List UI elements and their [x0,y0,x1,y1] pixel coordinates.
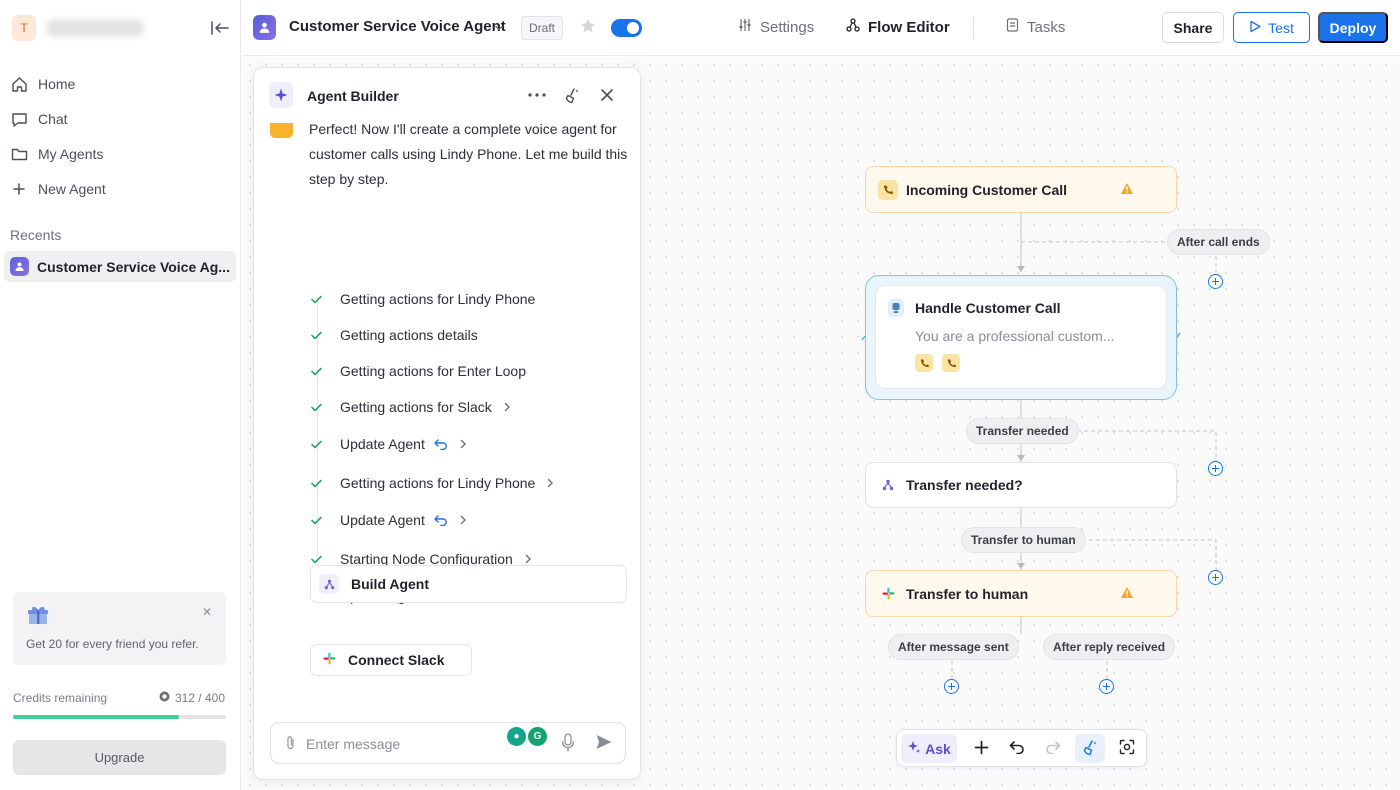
location-extension-icon[interactable]: ● [507,727,526,746]
step-label: Getting actions for Lindy Phone [340,475,536,491]
branch-icon [319,574,339,594]
flow-connectors [861,213,1217,679]
step-item[interactable]: Getting actions for Lindy Phone [311,472,554,494]
trigger-node[interactable]: Incoming Customer Call [865,166,1177,213]
agent-step-icon [888,299,904,317]
connect-slack-label: Connect Slack [348,652,445,668]
send-icon[interactable] [595,733,613,754]
chevron-right-icon[interactable] [525,554,532,564]
slack-icon [323,652,336,668]
edge-label-after-reply[interactable]: After reply received [1043,634,1176,660]
step-item: Getting actions details [311,324,478,346]
step-item[interactable]: Update Agent [311,433,467,455]
focus-icon [1119,739,1135,758]
undo-button[interactable] [1003,734,1031,763]
clear-chat-icon[interactable] [561,84,583,106]
add-step-button[interactable] [1208,570,1223,585]
canvas-toolbar: Ask [896,729,1147,767]
redo-button[interactable] [1039,734,1067,763]
condition-node-label: Transfer needed? [906,477,1023,493]
check-icon [311,403,325,412]
trigger-node-label: Incoming Customer Call [906,181,1068,198]
add-step-button[interactable] [1099,679,1114,694]
slack-icon [878,584,898,604]
build-agent-label: Build Agent [351,576,430,592]
check-icon [311,367,325,376]
build-agent-card[interactable]: Build Agent [310,565,627,603]
edge-label-transfer-human[interactable]: Transfer to human [961,527,1086,553]
revert-icon[interactable] [434,438,448,450]
paperclip-icon[interactable] [284,735,297,754]
broom-icon [1082,739,1099,759]
add-step-button[interactable] [944,679,959,694]
check-icon [311,295,325,304]
chevron-right-icon[interactable] [460,515,467,525]
step-label: Getting actions for Enter Loop [340,363,526,379]
agent-builder-header: Agent Builder [254,68,640,123]
check-icon [311,555,325,564]
agent-builder-title: Agent Builder [307,88,399,104]
sparkle-icon [269,82,293,108]
phone-icon [915,354,933,372]
chevron-right-icon[interactable] [460,439,467,449]
assistant-message: Perfect! Now I'll create a complete voic… [309,121,628,187]
redo-icon [1045,740,1061,757]
revert-icon[interactable] [434,514,448,526]
step-label: Update Agent [340,436,425,452]
grammarly-extension-icon[interactable]: G [528,727,547,746]
step-label: Getting actions details [340,327,478,343]
step-item: Getting actions for Lindy Phone [311,288,535,310]
agent-builder-panel: Agent Builder Perfect! Now I'll create a… [253,67,641,780]
loop-node-title: Handle Customer Call [915,300,1061,316]
check-icon [311,440,325,449]
fit-view-button[interactable] [1113,734,1141,763]
tidy-up-button[interactable] [1075,734,1105,763]
step-label: Getting actions for Slack [340,399,492,415]
warning-icon [1120,182,1134,198]
step-label: Getting actions for Lindy Phone [340,291,536,307]
chevron-right-icon[interactable] [504,402,511,412]
connect-slack-button[interactable]: Connect Slack [310,644,472,676]
action-node[interactable]: Transfer to human [865,570,1177,617]
sparkle-icon [907,740,921,757]
add-step-button[interactable] [1208,461,1223,476]
loop-node-subtitle: You are a professional custom... [915,328,1115,344]
microphone-icon[interactable] [561,733,575,755]
check-icon [311,479,325,488]
chevron-right-icon[interactable] [547,478,554,488]
step-label: Update Agent [340,512,425,528]
warning-icon [1120,586,1134,602]
check-icon [311,516,325,525]
message-composer: ● G [270,722,626,764]
add-step-button[interactable] [1208,274,1223,289]
action-node-label: Transfer to human [906,585,1029,602]
step-item: Getting actions for Enter Loop [311,360,526,382]
message-input[interactable] [306,734,506,754]
check-icon [311,331,325,340]
branch-icon [878,475,898,495]
edge-label-after-message[interactable]: After message sent [888,634,1019,660]
undo-icon [1009,740,1025,757]
add-node-button[interactable] [967,734,995,763]
plus-icon [974,740,989,758]
phone-icon [878,179,898,200]
ask-button-label: Ask [925,740,951,757]
edge-label-after-call[interactable]: After call ends [1167,229,1270,255]
more-options-icon[interactable] [526,84,548,106]
ask-button[interactable]: Ask [901,734,957,763]
step-item[interactable]: Getting actions for Slack [311,396,511,418]
step-item[interactable]: Update Agent [311,509,467,531]
loop-node[interactable]: Handle Customer Call You are a professio… [875,285,1167,389]
phone-icon [942,354,960,372]
close-icon[interactable] [596,84,618,106]
edge-label-transfer-needed[interactable]: Transfer needed [966,418,1079,444]
condition-node[interactable]: Transfer needed? [865,462,1177,508]
